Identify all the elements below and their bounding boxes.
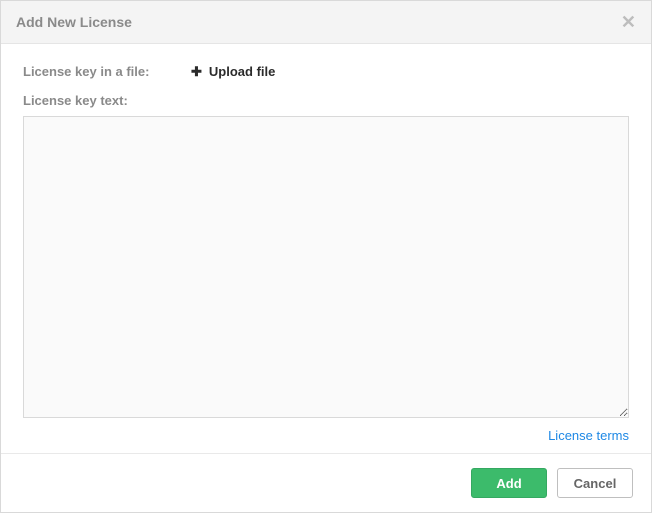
- upload-file-button[interactable]: ✚ Upload file: [191, 64, 275, 79]
- add-button[interactable]: Add: [471, 468, 547, 498]
- text-label: License key text:: [23, 93, 629, 108]
- dialog-header: Add New License ✕: [1, 1, 651, 44]
- file-row: License key in a file: ✚ Upload file: [23, 64, 629, 79]
- license-terms-link[interactable]: License terms: [548, 428, 629, 443]
- terms-row: License terms: [23, 428, 629, 443]
- close-icon[interactable]: ✕: [621, 13, 636, 31]
- plus-icon: ✚: [191, 65, 202, 78]
- upload-file-label: Upload file: [209, 64, 275, 79]
- dialog-footer: Add Cancel: [1, 453, 651, 512]
- file-label: License key in a file:: [23, 64, 191, 79]
- dialog-body: License key in a file: ✚ Upload file Lic…: [1, 44, 651, 453]
- license-key-textarea[interactable]: [23, 116, 629, 418]
- dialog-title: Add New License: [16, 14, 132, 30]
- cancel-button[interactable]: Cancel: [557, 468, 633, 498]
- add-license-dialog: Add New License ✕ License key in a file:…: [0, 0, 652, 513]
